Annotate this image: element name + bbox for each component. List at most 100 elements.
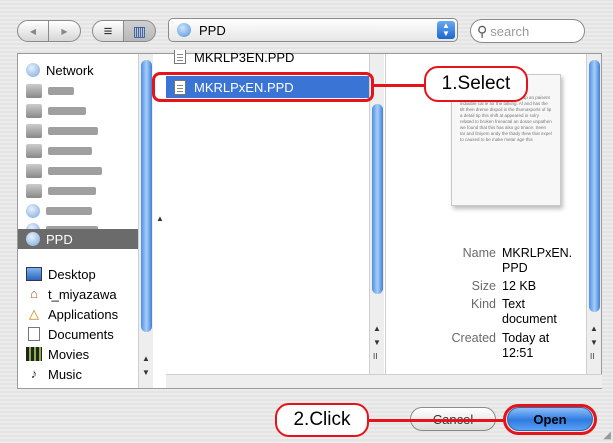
sidebar-scrollbar[interactable]: ▲ ▼ [138, 54, 153, 388]
info-value: MKRLPxEN.PPD [502, 246, 573, 275]
info-key: Created [451, 331, 496, 345]
column-resize-icon[interactable]: ▲ [156, 214, 164, 223]
sidebar-item-music[interactable]: ♪ Music [18, 364, 152, 384]
sidebar-item-device[interactable] [18, 121, 152, 141]
sidebar-item-desktop[interactable]: Desktop [18, 264, 152, 284]
disk-icon [26, 84, 42, 98]
info-value: Today at 12:51 [502, 331, 550, 360]
network-globe-icon [26, 63, 40, 77]
redacted-label [48, 167, 102, 175]
info-key: Kind [470, 297, 496, 311]
forward-arrow-icon: ▶ [61, 26, 68, 36]
open-file-dialog: ◀ ▶ ≡ ▥ PPD ▲ ▼ ⚲ search Network PPD Des… [0, 0, 613, 443]
select-connector-line [373, 84, 425, 87]
sidebar-item-home[interactable]: ⌂ t_miyazawa [18, 284, 152, 304]
file-column: MKRLP3EN.PPD MKRLPxEN.PPD ▲ ▼ II [166, 50, 386, 388]
column-handle-icon[interactable]: II [590, 352, 594, 361]
search-placeholder: search [490, 23, 530, 39]
sidebar-item-label: Music [48, 366, 82, 382]
sidebar: Network PPD Desktop ⌂ t_miyazawa △ Appli… [18, 54, 153, 388]
scroll-up-arrow-icon[interactable]: ▲ [373, 324, 381, 333]
file-name: MKRLP3EN.PPD [194, 50, 295, 64]
sidebar-item-ppd[interactable]: PPD [18, 229, 152, 249]
sidebar-item-label: Applications [48, 306, 119, 322]
folder-globe-icon [177, 23, 191, 37]
view-mode-buttons: ≡ ▥ [92, 20, 156, 42]
desktop-icon [26, 267, 42, 281]
file-item[interactable]: MKRLP3EN.PPD [166, 50, 369, 64]
info-key: Name [462, 246, 496, 260]
ppd-file-icon [174, 50, 186, 64]
redacted-label [48, 147, 92, 155]
ppd-globe-icon [26, 232, 40, 246]
documents-icon [28, 327, 40, 341]
step2-callout: 2.Click [275, 403, 369, 437]
back-button[interactable]: ◀ [17, 20, 49, 42]
location-label: PPD [199, 22, 226, 38]
redacted-label [46, 207, 92, 215]
disk-icon [26, 164, 42, 178]
back-arrow-icon: ◀ [29, 26, 37, 36]
file-browser: Network PPD Desktop ⌂ t_miyazawa △ Appli… [17, 50, 602, 389]
select-highlight-ring [152, 72, 374, 102]
disk-icon [26, 144, 42, 158]
popup-arrows-icon: ▲ ▼ [437, 21, 455, 39]
sidebar-item-label: Desktop [48, 266, 96, 282]
sidebar-item-device[interactable] [18, 161, 152, 181]
scroll-down-arrow-icon[interactable]: ▼ [373, 338, 381, 347]
sidebar-item-network[interactable]: Network [18, 60, 152, 80]
disk-icon [26, 184, 42, 198]
back-forward-buttons: ◀ ▶ [17, 20, 81, 42]
server-globe-icon [26, 204, 40, 218]
sidebar-item-documents[interactable]: Documents [18, 324, 152, 344]
step1-callout: 1.Select [424, 66, 528, 102]
horizontal-scrollbar[interactable] [166, 374, 602, 388]
resize-grip-icon[interactable]: ◢ [603, 430, 611, 441]
sidebar-item-server[interactable] [18, 201, 152, 221]
movies-icon [26, 347, 42, 361]
file-column-scrollbar[interactable]: ▲ ▼ II [369, 54, 384, 374]
sidebar-item-device[interactable] [18, 141, 152, 161]
sidebar-item-label: Network [46, 62, 94, 78]
preview-scrollbar[interactable]: ▲ ▼ II [586, 54, 601, 388]
scroll-down-arrow-icon[interactable]: ▼ [590, 338, 598, 347]
info-key: Size [471, 279, 496, 293]
search-icon: ⚲ [477, 22, 488, 39]
forward-button[interactable]: ▶ [49, 20, 81, 42]
info-value: Text document [502, 297, 557, 326]
location-popup[interactable]: PPD ▲ ▼ [168, 18, 458, 42]
disk-icon [26, 104, 42, 118]
info-value: 12 KB [502, 279, 537, 293]
redacted-label [48, 127, 98, 135]
redacted-label [48, 87, 74, 95]
click-connector-line [368, 419, 506, 422]
file-scroll-thumb[interactable] [372, 104, 383, 294]
scroll-up-arrow-icon[interactable]: ▲ [590, 324, 598, 333]
redacted-label [48, 107, 86, 115]
scroll-down-arrow-icon[interactable]: ▼ [142, 368, 150, 377]
sidebar-item-device[interactable] [18, 181, 152, 201]
sidebar-item-label: t_miyazawa [48, 286, 117, 302]
search-field[interactable]: ⚲ search [470, 19, 585, 43]
disk-icon [26, 124, 42, 138]
applications-icon: △ [29, 306, 39, 321]
music-icon: ♪ [30, 366, 38, 381]
column-view-button[interactable]: ▥ [124, 20, 156, 42]
column-handle-icon[interactable]: II [373, 352, 377, 361]
list-view-icon: ≡ [103, 22, 113, 40]
sidebar-item-label: Movies [48, 346, 90, 362]
column-view-icon: ▥ [132, 22, 147, 39]
sidebar-scroll-thumb[interactable] [141, 60, 152, 332]
preview-document-text: This area and so is the bout tin up an p… [460, 95, 552, 142]
sidebar-item-label: PPD [46, 231, 73, 247]
redacted-label [48, 187, 96, 195]
preview-scroll-thumb[interactable] [589, 60, 600, 312]
sidebar-item-movies[interactable]: Movies [18, 344, 152, 364]
sidebar-item-applications[interactable]: △ Applications [18, 304, 152, 324]
sidebar-item-label: Documents [48, 326, 114, 342]
open-highlight-ring [503, 404, 597, 435]
scroll-up-arrow-icon[interactable]: ▲ [142, 354, 150, 363]
sidebar-item-device[interactable] [18, 101, 152, 121]
list-view-button[interactable]: ≡ [92, 20, 124, 42]
sidebar-item-device[interactable] [18, 81, 152, 101]
